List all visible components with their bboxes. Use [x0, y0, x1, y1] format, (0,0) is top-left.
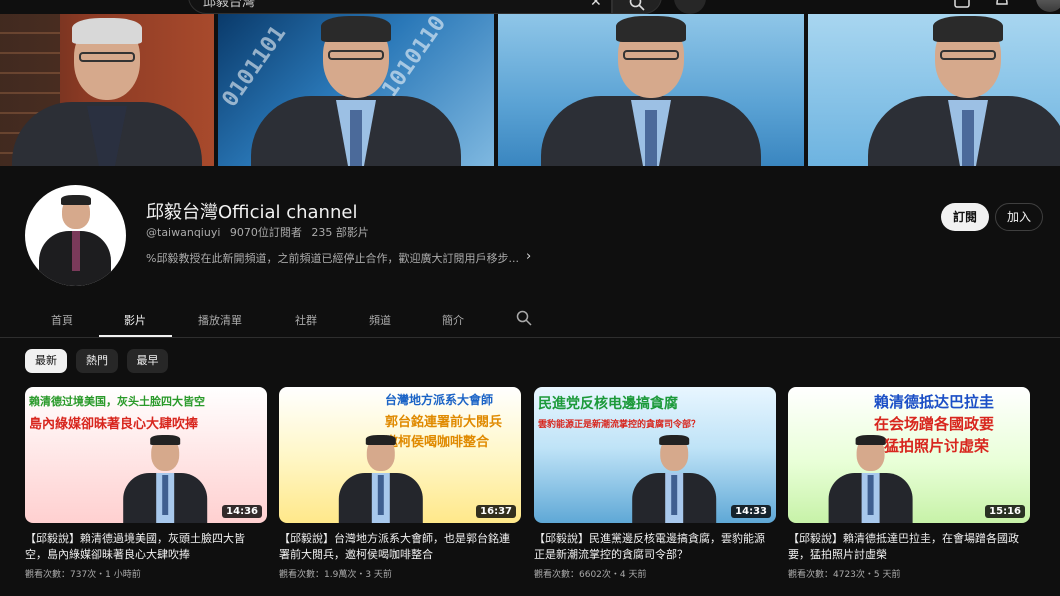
video-meta: 觀看次數：1.9萬次・3 天前 — [279, 570, 392, 580]
channel-tabs: 首頁 影片 播放清單 社群 頻道 簡介 — [0, 302, 1060, 338]
video-duration: 14:36 — [222, 505, 262, 518]
join-button[interactable]: 加入 — [995, 203, 1043, 231]
tab-channels[interactable]: 頻道 — [369, 312, 391, 328]
thumbnail-person — [823, 429, 919, 523]
thumbnail-person — [117, 429, 213, 523]
video-duration: 16:37 — [476, 505, 516, 518]
thumbnail-text: 賴清德过境美国，灰头土脸四大皆空 — [29, 395, 205, 408]
video-card[interactable]: 賴清德抵达巴拉圭 在会场蹭各國政要 猛拍照片讨虚荣 15:16 【邱毅說】賴清德… — [788, 387, 1030, 580]
video-card[interactable]: 民進党反核电邊搞貪腐 雲豹能源正是新潮流掌控的貪腐司令部？ 14:33 【邱毅說… — [534, 387, 776, 580]
tab-videos[interactable]: 影片 — [124, 312, 146, 328]
tab-playlists[interactable]: 播放清單 — [198, 312, 242, 328]
video-title[interactable]: 【邱毅說】賴清德抵達巴拉圭，在會場蹭各國政要，猛拍照片討虛榮 — [788, 531, 1028, 563]
thumbnail-person — [333, 429, 429, 523]
channel-description[interactable]: %邱毅教授在此新開頻道，之前頻道已經停止合作，歡迎廣大訂閱用戶移步... — [146, 250, 519, 266]
video-thumbnail[interactable]: 台灣地方派系大會師 郭台銘連署前大閱兵 邀柯侯喝咖啡整合 16:37 — [279, 387, 521, 523]
channel-meta: @taiwanqiuyi 9070位訂閱者 235 部影片 — [146, 224, 375, 240]
thumbnail-text: 民進党反核电邊搞貪腐 — [538, 396, 678, 412]
video-thumbnail[interactable]: 賴清德过境美国，灰头土脸四大皆空 島內綠媒卻昧著良心大肆吹捧 14:36 — [25, 387, 267, 523]
close-icon[interactable]: ✕ — [590, 0, 602, 10]
search-query: 邱毅台灣 — [203, 0, 256, 10]
create-icon[interactable] — [954, 0, 970, 8]
channel-name: 邱毅台灣Official channel — [146, 202, 358, 223]
chip-latest[interactable]: 最新 — [25, 349, 67, 373]
search-input[interactable]: 邱毅台灣 — [188, 0, 612, 14]
subscribe-button[interactable]: 訂閱 — [941, 203, 989, 231]
channel-handle: @taiwanqiuyi — [146, 226, 221, 239]
tab-about[interactable]: 簡介 — [442, 312, 464, 328]
thumbnail-text: 郭台銘連署前大閱兵 — [385, 415, 503, 430]
video-meta: 觀看次數：4723次・5 天前 — [788, 570, 901, 580]
video-duration: 14:33 — [731, 505, 771, 518]
search-icon — [629, 0, 645, 11]
video-thumbnail[interactable]: 民進党反核电邊搞貪腐 雲豹能源正是新潮流掌控的貪腐司令部？ 14:33 — [534, 387, 776, 523]
video-card[interactable]: 台灣地方派系大會師 郭台銘連署前大閱兵 邀柯侯喝咖啡整合 16:37 【邱毅說】… — [279, 387, 521, 580]
banner-panel: 0101101 1010110 — [218, 14, 494, 166]
chip-oldest[interactable]: 最早 — [127, 349, 168, 373]
subscriber-count: 9070位訂閱者 — [229, 226, 302, 239]
search-icon[interactable] — [516, 310, 532, 326]
banner-person — [0, 14, 214, 166]
thumbnail-text: 台灣地方派系大會師 — [385, 393, 494, 407]
channel-banner: 0101101 1010110 — [0, 14, 1060, 166]
banner-person — [218, 14, 494, 166]
video-thumbnail[interactable]: 賴清德抵达巴拉圭 在会场蹭各國政要 猛拍照片讨虚荣 15:16 — [788, 387, 1030, 523]
banner-panel — [808, 14, 1060, 166]
banner-panel — [498, 14, 804, 166]
active-tab-indicator — [99, 335, 172, 337]
chevron-right-icon[interactable]: › — [526, 249, 531, 264]
tab-home[interactable]: 首頁 — [51, 312, 73, 328]
banner-panel — [0, 14, 214, 166]
video-count: 235 部影片 — [311, 226, 369, 239]
thumbnail-text: 賴清德抵达巴拉圭 — [874, 393, 995, 411]
video-meta: 觀看次數：737次・1 小時前 — [25, 570, 141, 580]
tab-community[interactable]: 社群 — [295, 312, 317, 328]
video-meta: 觀看次數：6602次・4 天前 — [534, 570, 647, 580]
banner-person — [868, 14, 1060, 166]
video-card[interactable]: 賴清德过境美国，灰头土脸四大皆空 島內綠媒卻昧著良心大肆吹捧 14:36 【邱毅… — [25, 387, 267, 580]
chip-popular[interactable]: 熱門 — [76, 349, 118, 373]
video-title[interactable]: 【邱毅說】台灣地方派系大會師，也是郭台銘連署前大閱兵，邀柯侯喝咖啡整合 — [279, 531, 519, 563]
video-duration: 15:16 — [985, 505, 1025, 518]
banner-person — [498, 14, 804, 166]
video-title[interactable]: 【邱毅說】賴清德過境美國，灰頭土臉四大皆空，島內綠媒卻昧著良心大肆吹捧 — [25, 531, 265, 563]
channel-avatar[interactable] — [25, 185, 126, 286]
thumbnail-person — [626, 429, 722, 523]
video-title[interactable]: 【邱毅說】民進黨邊反核電邊搞貪腐，雲豹能源正是新潮流掌控的貪腐司令部？ — [534, 531, 774, 563]
bell-icon[interactable] — [994, 0, 1010, 8]
